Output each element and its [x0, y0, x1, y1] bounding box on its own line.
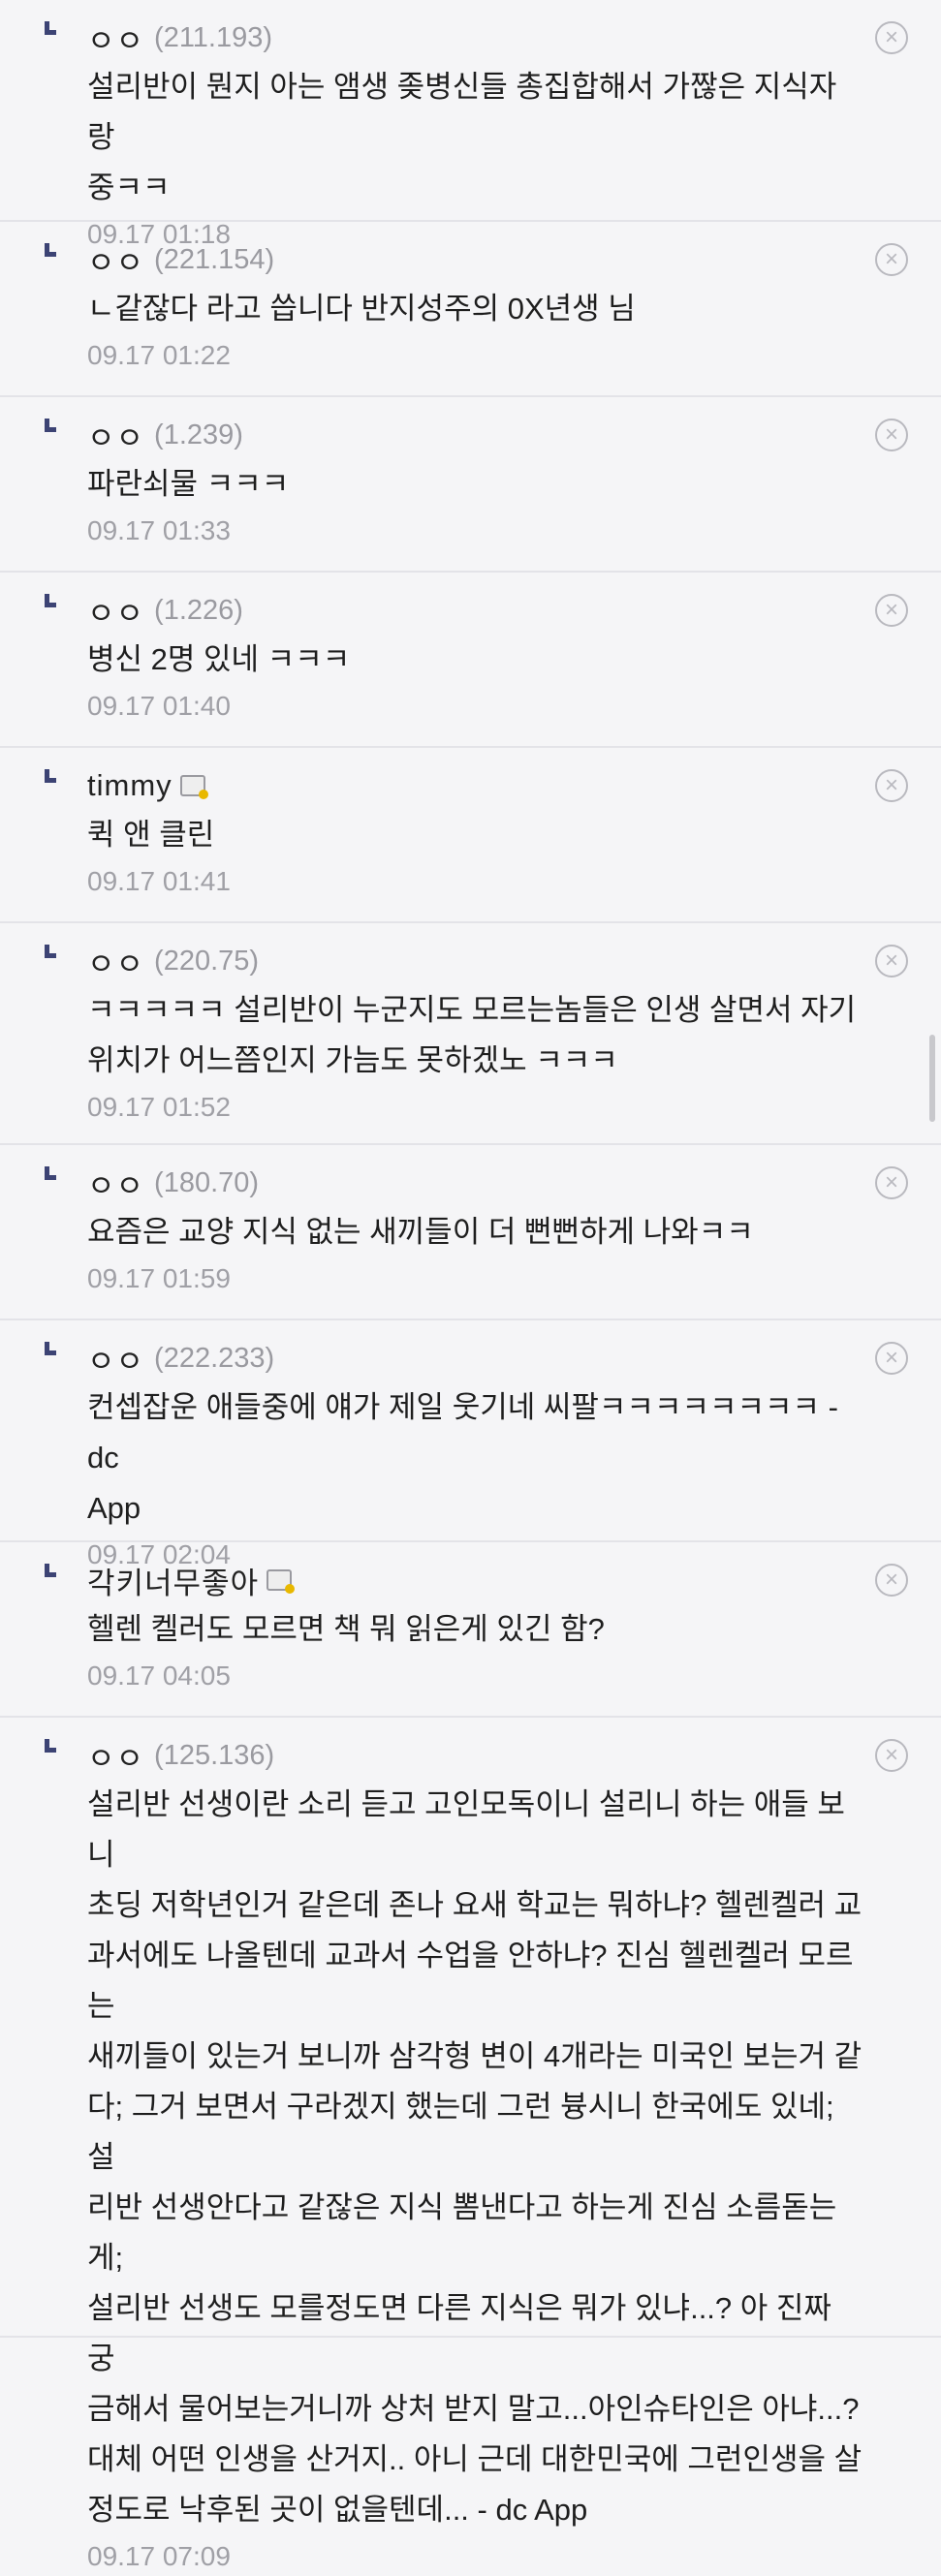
delete-comment-button[interactable]: ×	[875, 1564, 908, 1597]
comment-header: timmy	[87, 765, 863, 806]
comment-text: 파란쇠물 ㅋㅋㅋ	[87, 467, 290, 501]
comment-list: ㅇㅇ (211.193) 설리반이 뭔지 아는 앰생 좆병신들 총집합해서 가짢은 …	[0, 0, 941, 2571]
reply-arrow-icon	[45, 419, 56, 432]
comment-text: 헬렌 켈러도 모르면 책 뭐 읽은게 있긴 함?	[87, 1612, 605, 1646]
comment-text: 퀵 앤 클린	[87, 818, 215, 852]
comment-text: 요즘은 교양 지식 없는 새끼들이 더 뻔뻔하게 나와ㅋㅋ	[87, 1215, 754, 1249]
comment-nickname[interactable]: ㅇㅇ	[87, 238, 144, 282]
gallog-icon[interactable]	[267, 1569, 296, 1594]
comment-nickname[interactable]: ㅇㅇ	[87, 1734, 144, 1778]
comment-nickname[interactable]: timmy	[87, 768, 173, 803]
comment-date: 09.17 01:41	[87, 866, 231, 896]
reply-arrow-icon	[45, 594, 56, 607]
comment-nickname[interactable]: ㅇㅇ	[87, 940, 144, 983]
reply-arrow-icon	[45, 21, 56, 35]
reply-arrow-icon	[45, 1166, 56, 1180]
comment-nickname[interactable]: ㅇㅇ	[87, 1162, 144, 1205]
comment-text: ㄴ같잖다 라고 씁니다 반지성주의 0X년생 님	[87, 292, 636, 326]
reply-arrow-icon	[45, 1342, 56, 1355]
delete-comment-button[interactable]: ×	[875, 419, 908, 451]
comment-item: ㅇㅇ (1.239) 파란쇠물 ㅋㅋㅋ 09.17 01:33 ×	[0, 397, 941, 573]
comment-ip: (1.226)	[154, 594, 243, 626]
comment-ip: (211.193)	[154, 21, 273, 53]
comment-date: 09.17 01:33	[87, 515, 231, 545]
comment-item: ㅇㅇ (221.154) ㄴ같잖다 라고 씁니다 반지성주의 0X년생 님 09.17…	[0, 222, 941, 397]
delete-comment-button[interactable]: ×	[875, 1166, 908, 1199]
comment-date: 09.17 07:09	[87, 2541, 231, 2571]
comment-header: 각키너무좋아	[87, 1560, 863, 1600]
comment-item: ㅇㅇ (180.70) 요즘은 교양 지식 없는 새끼들이 더 뻔뻔하게 나와ㅋㅋ 0…	[0, 1145, 941, 1320]
comment-header: ㅇㅇ (222.233)	[87, 1338, 863, 1379]
comment-date: 09.17 01:52	[87, 1092, 231, 1122]
delete-comment-button[interactable]: ×	[875, 21, 908, 54]
reply-arrow-icon	[45, 945, 56, 958]
scrollbar[interactable]	[929, 1035, 935, 1122]
comment-nickname[interactable]: 각키너무좋아	[87, 1559, 259, 1602]
comment-item: ㅇㅇ (220.75) ㅋㅋㅋㅋㅋ 설리반이 누군지도 모르는놈들은 인생 살면서 …	[0, 923, 941, 1145]
reply-arrow-icon	[45, 769, 56, 783]
comment-date: 09.17 04:05	[87, 1660, 231, 1691]
comment-ip: (1.239)	[154, 419, 243, 450]
comment-header: ㅇㅇ (180.70)	[87, 1163, 863, 1203]
comment-header: ㅇㅇ (1.239)	[87, 415, 863, 455]
delete-comment-button[interactable]: ×	[875, 945, 908, 978]
comment-item: 각키너무좋아헬렌 켈러도 모르면 책 뭐 읽은게 있긴 함? 09.17 04:0…	[0, 1542, 941, 1718]
comment-item: ㅇㅇ (125.136) 설리반 선생이란 소리 듣고 고인모독이니 설리니 하는 …	[0, 1718, 941, 2571]
comment-date: 09.17 01:22	[87, 340, 231, 370]
comment-item: ㅇㅇ (211.193) 설리반이 뭔지 아는 앰생 좆병신들 총집합해서 가짢은 …	[0, 0, 941, 249]
comment-item: ㅇㅇ (1.226) 병신 2명 있네 ㅋㅋㅋ 09.17 01:40 ×	[0, 573, 941, 748]
comment-text: 설리반 선생이란 소리 듣고 고인모독이니 설리니 하는 애들 보니 초딩 저학…	[87, 1787, 863, 2527]
reply-arrow-icon	[45, 1564, 56, 1577]
comment-ip: (180.70)	[154, 1166, 260, 1198]
comment-nickname[interactable]: ㅇㅇ	[87, 589, 144, 633]
comment-ip: (222.233)	[154, 1342, 275, 1374]
comment-text: 설리반이 뭔지 아는 앰생 좆병신들 총집합해서 가짢은 지식자랑 중ㅋㅋ	[87, 70, 837, 204]
comment-header: ㅇㅇ (211.193)	[87, 17, 863, 58]
comment-header: ㅇㅇ (125.136)	[87, 1735, 863, 1776]
delete-comment-button[interactable]: ×	[875, 769, 908, 802]
comment-header: ㅇㅇ (1.226)	[87, 590, 863, 631]
comment-header: ㅇㅇ (220.75)	[87, 941, 863, 981]
reply-arrow-icon	[45, 1739, 56, 1753]
delete-comment-button[interactable]: ×	[875, 594, 908, 627]
comment-header: ㅇㅇ (221.154)	[87, 239, 863, 280]
gallog-icon[interactable]	[179, 775, 208, 799]
delete-comment-button[interactable]: ×	[875, 1739, 908, 1772]
comment-text: 병신 2명 있네 ㅋㅋㅋ	[87, 642, 351, 676]
comment-nickname[interactable]: ㅇㅇ	[87, 16, 144, 60]
comment-ip: (125.136)	[154, 1739, 275, 1771]
comment-nickname[interactable]: ㅇㅇ	[87, 414, 144, 457]
delete-comment-button[interactable]: ×	[875, 1342, 908, 1375]
comment-date: 09.17 01:40	[87, 691, 231, 721]
comment-date: 09.17 01:59	[87, 1263, 231, 1293]
comment-ip: (220.75)	[154, 945, 260, 977]
comment-ip: (221.154)	[154, 243, 275, 275]
comment-text: 컨셉잡운 애들중에 얘가 제일 웃기네 씨팔ㅋㅋㅋㅋㅋㅋㅋㅋ - dc App	[87, 1390, 838, 1525]
comment-item: timmy 퀵 앤 클린 09.17 01:41 ×	[0, 748, 941, 923]
reply-arrow-icon	[45, 243, 56, 257]
comment-text: ㅋㅋㅋㅋㅋ 설리반이 누군지도 모르는놈들은 인생 살면서 자기 위치가 어느쯤…	[87, 993, 857, 1077]
comment-nickname[interactable]: ㅇㅇ	[87, 1337, 144, 1381]
delete-comment-button[interactable]: ×	[875, 243, 908, 276]
comment-item: ㅇㅇ (222.233) 컨셉잡운 애들중에 얘가 제일 웃기네 씨팔ㅋㅋㅋㅋㅋㅋㅋ…	[0, 1320, 941, 1569]
